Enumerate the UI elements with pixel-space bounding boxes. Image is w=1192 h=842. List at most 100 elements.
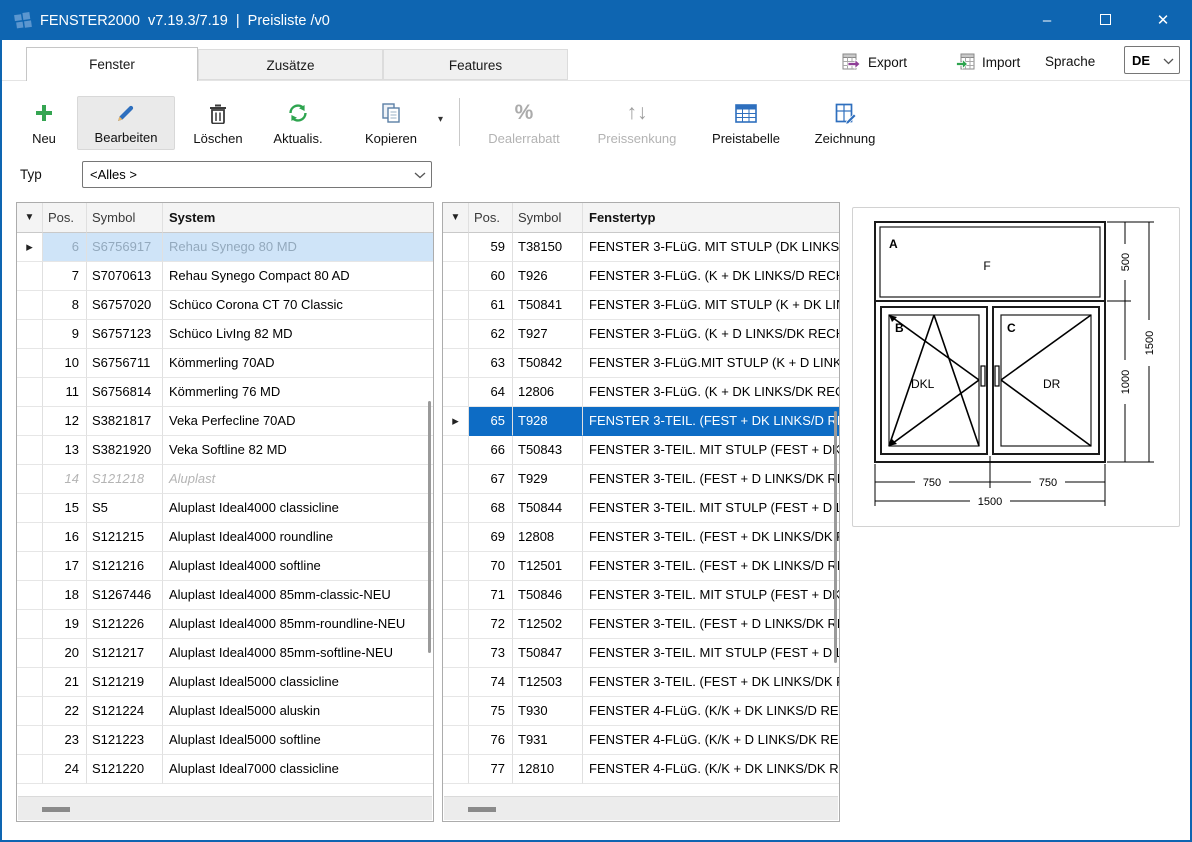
cell-text[interactable]: Veka Softline 82 MD [163, 436, 433, 465]
table-row[interactable]: 71T50846FENSTER 3-TEIL. MIT STULP (FEST … [443, 581, 839, 610]
export-button[interactable]: Export [842, 50, 907, 74]
cell-symbol[interactable]: T927 [513, 320, 583, 349]
column-header-pos[interactable]: Pos. [469, 203, 513, 233]
cell-symbol[interactable]: T50843 [513, 436, 583, 465]
preissenkung-button[interactable]: ↑↓ Preissenkung [587, 96, 687, 150]
row-selector[interactable] [443, 523, 469, 552]
cell-text[interactable]: Aluplast Ideal7000 classicline [163, 755, 433, 784]
cell-text[interactable]: FENSTER 4-FLüG. (K/K + D LINKS/DK REC [583, 726, 839, 755]
cell-text[interactable]: FENSTER 3-TEIL. MIT STULP (FEST + DK [583, 581, 839, 610]
cell-symbol[interactable]: S1267446 [87, 581, 163, 610]
row-selector[interactable] [17, 581, 43, 610]
table-row[interactable]: 18S1267446Aluplast Ideal4000 85mm-classi… [17, 581, 433, 610]
cell-text[interactable]: FENSTER 3-TEIL. (FEST + DK LINKS/DK R [583, 668, 839, 697]
cell-pos[interactable]: 71 [469, 581, 513, 610]
column-header-fenstertyp[interactable]: Fenstertyp [583, 203, 839, 233]
cell-pos[interactable]: 62 [469, 320, 513, 349]
row-selector[interactable] [443, 755, 469, 784]
cell-symbol[interactable]: T928 [513, 407, 583, 436]
row-selector[interactable] [443, 436, 469, 465]
row-selector[interactable] [17, 378, 43, 407]
cell-text[interactable]: Aluplast Ideal4000 roundline [163, 523, 433, 552]
vertical-scrollbar-thumb[interactable] [428, 401, 431, 653]
cell-pos[interactable]: 13 [43, 436, 87, 465]
row-selector[interactable] [443, 233, 469, 262]
row-selector[interactable] [17, 291, 43, 320]
cell-pos[interactable]: 12 [43, 407, 87, 436]
table-row[interactable]: 17S121216Aluplast Ideal4000 softline [17, 552, 433, 581]
cell-symbol[interactable]: S6756711 [87, 349, 163, 378]
cell-pos[interactable]: 22 [43, 697, 87, 726]
cell-text[interactable]: Rehau Synego Compact 80 AD [163, 262, 433, 291]
cell-pos[interactable]: 72 [469, 610, 513, 639]
cell-pos[interactable]: 21 [43, 668, 87, 697]
table-row[interactable]: 63T50842FENSTER 3-FLüG.MIT STULP (K + D … [443, 349, 839, 378]
table-row[interactable]: 73T50847FENSTER 3-TEIL. MIT STULP (FEST … [443, 639, 839, 668]
table-row[interactable]: 61T50841FENSTER 3-FLüG. MIT STULP (K + D… [443, 291, 839, 320]
cell-pos[interactable]: 74 [469, 668, 513, 697]
row-selector[interactable] [17, 436, 43, 465]
cell-symbol[interactable]: S121216 [87, 552, 163, 581]
cell-text[interactable]: FENSTER 3-TEIL. (FEST + D LINKS/DK RE [583, 465, 839, 494]
cell-symbol[interactable]: T50841 [513, 291, 583, 320]
table-row[interactable]: 72T12502FENSTER 3-TEIL. (FEST + D LINKS/… [443, 610, 839, 639]
cell-pos[interactable]: 75 [469, 697, 513, 726]
table-row[interactable]: 6912808FENSTER 3-TEIL. (FEST + DK LINKS/… [443, 523, 839, 552]
tab-zusaetze[interactable]: Zusätze [198, 49, 383, 80]
neu-button[interactable]: Neu [18, 96, 70, 150]
row-selector[interactable] [443, 291, 469, 320]
cell-symbol[interactable]: S121220 [87, 755, 163, 784]
row-selector[interactable] [443, 494, 469, 523]
cell-pos[interactable]: 19 [43, 610, 87, 639]
cell-text[interactable]: FENSTER 3-TEIL. (FEST + DK LINKS/D RE [583, 552, 839, 581]
cell-symbol[interactable]: S121223 [87, 726, 163, 755]
cell-pos[interactable]: 69 [469, 523, 513, 552]
cell-pos[interactable]: 15 [43, 494, 87, 523]
typ-select[interactable]: <Alles > [82, 161, 432, 188]
import-button[interactable]: Import [956, 50, 1020, 74]
vertical-scrollbar-thumb[interactable] [834, 411, 837, 663]
cell-symbol[interactable]: T50842 [513, 349, 583, 378]
table-row[interactable]: 7S7070613Rehau Synego Compact 80 AD [17, 262, 433, 291]
cell-pos[interactable]: 7 [43, 262, 87, 291]
table-row[interactable]: 67T929FENSTER 3-TEIL. (FEST + D LINKS/DK… [443, 465, 839, 494]
dealerrabatt-button[interactable]: % Dealerrabatt [472, 96, 576, 150]
table-row[interactable]: 24S121220Aluplast Ideal7000 classicline [17, 755, 433, 784]
table-row[interactable]: 11S6756814Kömmerling 76 MD [17, 378, 433, 407]
cell-pos[interactable]: 66 [469, 436, 513, 465]
cell-text[interactable]: FENSTER 3-TEIL. MIT STULP (FEST + DK [583, 436, 839, 465]
table-row[interactable]: 60T926FENSTER 3-FLüG. (K + DK LINKS/D RE… [443, 262, 839, 291]
cell-pos[interactable]: 14 [43, 465, 87, 494]
preistabelle-button[interactable]: Preistabelle [700, 96, 792, 150]
cell-pos[interactable]: 65 [469, 407, 513, 436]
row-selector[interactable] [17, 407, 43, 436]
cell-pos[interactable]: 68 [469, 494, 513, 523]
cell-symbol[interactable]: S6757020 [87, 291, 163, 320]
table-row[interactable]: 6412806FENSTER 3-FLüG. (K + DK LINKS/DK … [443, 378, 839, 407]
table-row[interactable]: 8S6757020Schüco Corona CT 70 Classic [17, 291, 433, 320]
loeschen-button[interactable]: Löschen [186, 96, 250, 150]
table-row[interactable]: 59T38150FENSTER 3-FLüG. MIT STULP (DK LI… [443, 233, 839, 262]
row-selector[interactable] [17, 610, 43, 639]
row-selector[interactable] [17, 523, 43, 552]
row-selector[interactable] [17, 552, 43, 581]
table-row[interactable]: 12S3821817Veka Perfecline 70AD [17, 407, 433, 436]
cell-pos[interactable]: 10 [43, 349, 87, 378]
row-selector[interactable] [17, 349, 43, 378]
row-selector[interactable] [443, 726, 469, 755]
tab-features[interactable]: Features [383, 49, 568, 80]
row-selector[interactable] [443, 465, 469, 494]
column-header-pos[interactable]: Pos. [43, 203, 87, 233]
cell-text[interactable]: Kömmerling 76 MD [163, 378, 433, 407]
cell-symbol[interactable]: T50847 [513, 639, 583, 668]
cell-text[interactable]: Kömmerling 70AD [163, 349, 433, 378]
horizontal-scrollbar-thumb[interactable] [42, 807, 70, 812]
table-row[interactable]: 9S6757123Schüco LivIng 82 MD [17, 320, 433, 349]
focused-row-arrow-icon[interactable]: ▸ [17, 233, 43, 262]
row-selector[interactable] [443, 668, 469, 697]
cell-symbol[interactable]: T50846 [513, 581, 583, 610]
cell-pos[interactable]: 23 [43, 726, 87, 755]
row-selector[interactable] [17, 494, 43, 523]
cell-symbol[interactable]: S121217 [87, 639, 163, 668]
cell-text[interactable]: Schüco Corona CT 70 Classic [163, 291, 433, 320]
